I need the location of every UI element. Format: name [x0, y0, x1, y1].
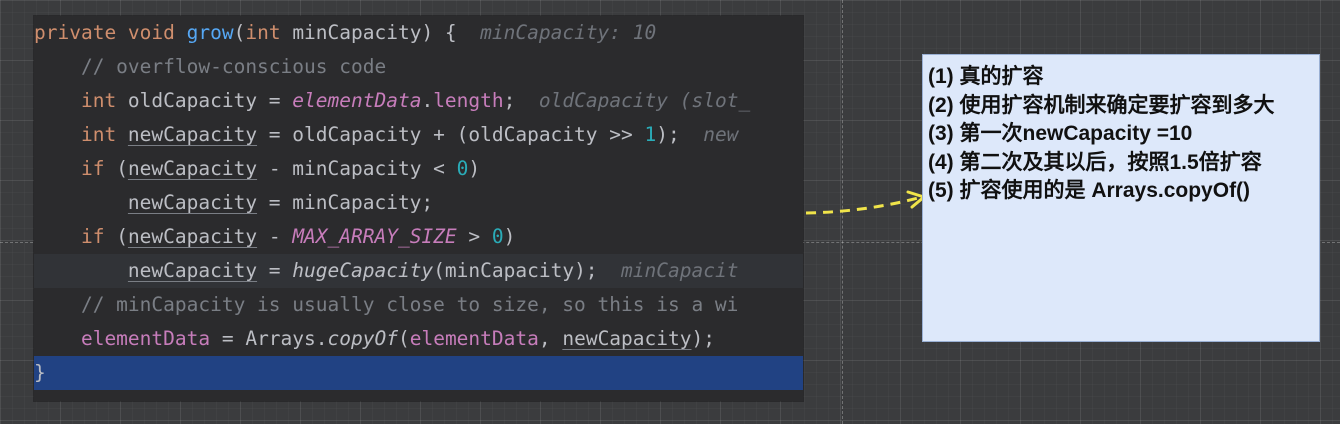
code-token: ); — [656, 123, 704, 146]
code-token: if — [34, 225, 117, 248]
code-line[interactable]: int newCapacity = oldCapacity + (oldCapa… — [34, 118, 803, 152]
code-line[interactable]: if (newCapacity - MAX_ARRAY_SIZE > 0) — [34, 220, 803, 254]
code-line[interactable]: // minCapacity is usually close to size,… — [34, 288, 803, 322]
code-token: newCapacity — [127, 123, 258, 146]
code-token: = minCapacity; — [257, 191, 434, 214]
code-token: ; — [503, 89, 539, 112]
note-line: (3) 第一次newCapacity =10 — [928, 122, 1193, 145]
code-token: minCapacity: 10 — [480, 21, 657, 44]
code-line[interactable]: newCapacity = minCapacity; — [34, 186, 803, 220]
code-token: ( — [397, 327, 410, 350]
code-token: newCapacity — [562, 327, 692, 350]
code-token: elementData — [409, 327, 539, 350]
code-token: hugeCapacity — [292, 259, 434, 282]
note-line: (4) 第二次及其以后，按照1.5倍扩容 — [928, 150, 1262, 174]
code-token: int — [34, 123, 128, 146]
code-line[interactable]: newCapacity = hugeCapacity(minCapacity);… — [34, 254, 803, 288]
code-token: ) — [468, 157, 481, 180]
code-token: oldCapacity (slot_ — [538, 89, 751, 112]
code-token: length — [433, 89, 504, 112]
code-token: - — [257, 225, 293, 248]
dashed-arrow-icon — [805, 190, 926, 215]
code-token: ( — [116, 225, 128, 248]
code-token: minCapacit — [621, 259, 739, 282]
code-token: , — [538, 327, 563, 350]
code-token: oldCapacity = — [127, 89, 293, 112]
code-token: ) — [503, 225, 516, 248]
code-token: newCapacity — [127, 259, 258, 282]
code-line[interactable]: if (newCapacity - minCapacity < 0) — [34, 152, 803, 186]
code-token: } — [34, 361, 46, 384]
code-token: int — [34, 89, 128, 112]
code-token: newCapacity — [127, 191, 258, 214]
code-line[interactable]: int oldCapacity = elementData.length; ol… — [34, 84, 803, 118]
annotation-note: (1) 真的扩容 (2) 使用扩容机制来确定要扩容到多大 (3) 第一次newC… — [922, 54, 1320, 342]
code-token: void — [127, 21, 187, 44]
code-token: grow — [186, 21, 234, 44]
code-token: ( — [116, 157, 128, 180]
code-token: 0 — [491, 225, 504, 248]
code-token: > — [456, 225, 492, 248]
code-token: new — [703, 123, 739, 146]
code-token: // minCapacity is usually close to size,… — [34, 293, 739, 316]
code-token: MAX_ARRAY_SIZE — [292, 225, 457, 248]
code-token: - minCapacity < — [257, 157, 457, 180]
code-line[interactable]: private void grow(int minCapacity) { min… — [34, 16, 803, 50]
code-token: int — [245, 21, 293, 44]
code-token: elementData — [292, 89, 422, 112]
code-line[interactable]: } — [34, 356, 803, 390]
code-token: copyOf — [327, 327, 398, 350]
code-token: 0 — [456, 157, 469, 180]
code-token: private — [34, 21, 128, 44]
code-token: = Arrays. — [210, 327, 328, 350]
code-token: elementData — [34, 327, 211, 350]
note-line: (5) 扩容使用的是 Arrays.copyOf() — [928, 179, 1251, 202]
code-editor[interactable]: private void grow(int minCapacity) { min… — [34, 16, 803, 401]
code-token: 1 — [644, 123, 657, 146]
code-token: // overflow-conscious code — [34, 55, 387, 78]
code-line[interactable]: // overflow-conscious code — [34, 50, 803, 84]
code-token: (minCapacity); — [433, 259, 622, 282]
note-line: (1) 真的扩容 — [928, 65, 1044, 88]
code-token: = — [257, 259, 293, 282]
code-token: newCapacity — [127, 225, 258, 248]
code-token: ); — [691, 327, 715, 350]
code-token: = oldCapacity + (oldCapacity >> — [257, 123, 645, 146]
code-token: minCapacity) { — [292, 21, 481, 44]
note-line: (2) 使用扩容机制来确定要扩容到多大 — [928, 93, 1275, 117]
code-token: if — [34, 157, 117, 180]
code-token: ( — [233, 21, 246, 44]
code-token: newCapacity — [127, 157, 258, 180]
code-token: . — [421, 89, 434, 112]
code-line[interactable]: elementData = Arrays.copyOf(elementData,… — [34, 322, 803, 356]
